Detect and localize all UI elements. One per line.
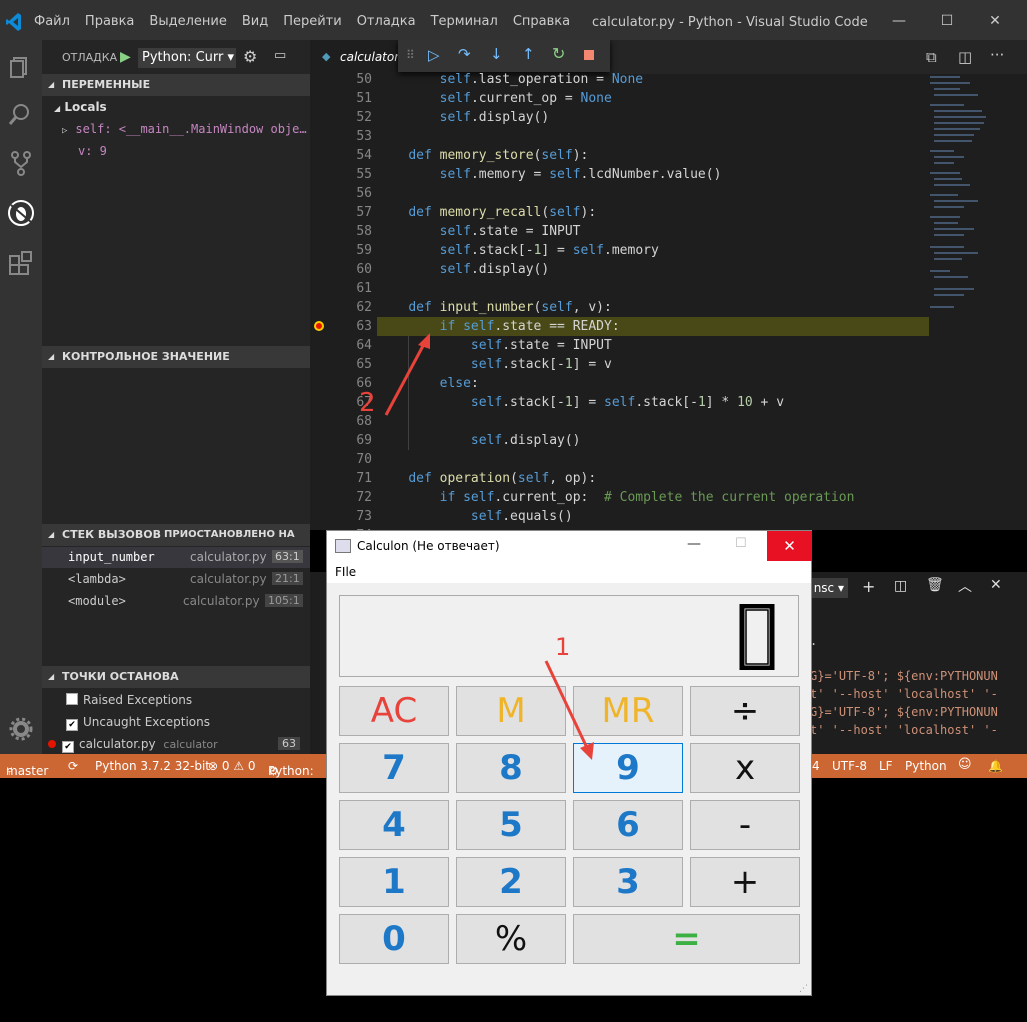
annotation-arrow-2 bbox=[384, 333, 430, 416]
annotation-label-2: 2 bbox=[359, 388, 376, 418]
annotation-label-1: 1 bbox=[555, 633, 571, 661]
annotation-overlay bbox=[384, 333, 594, 760]
annotation-arrow-1 bbox=[544, 660, 594, 760]
